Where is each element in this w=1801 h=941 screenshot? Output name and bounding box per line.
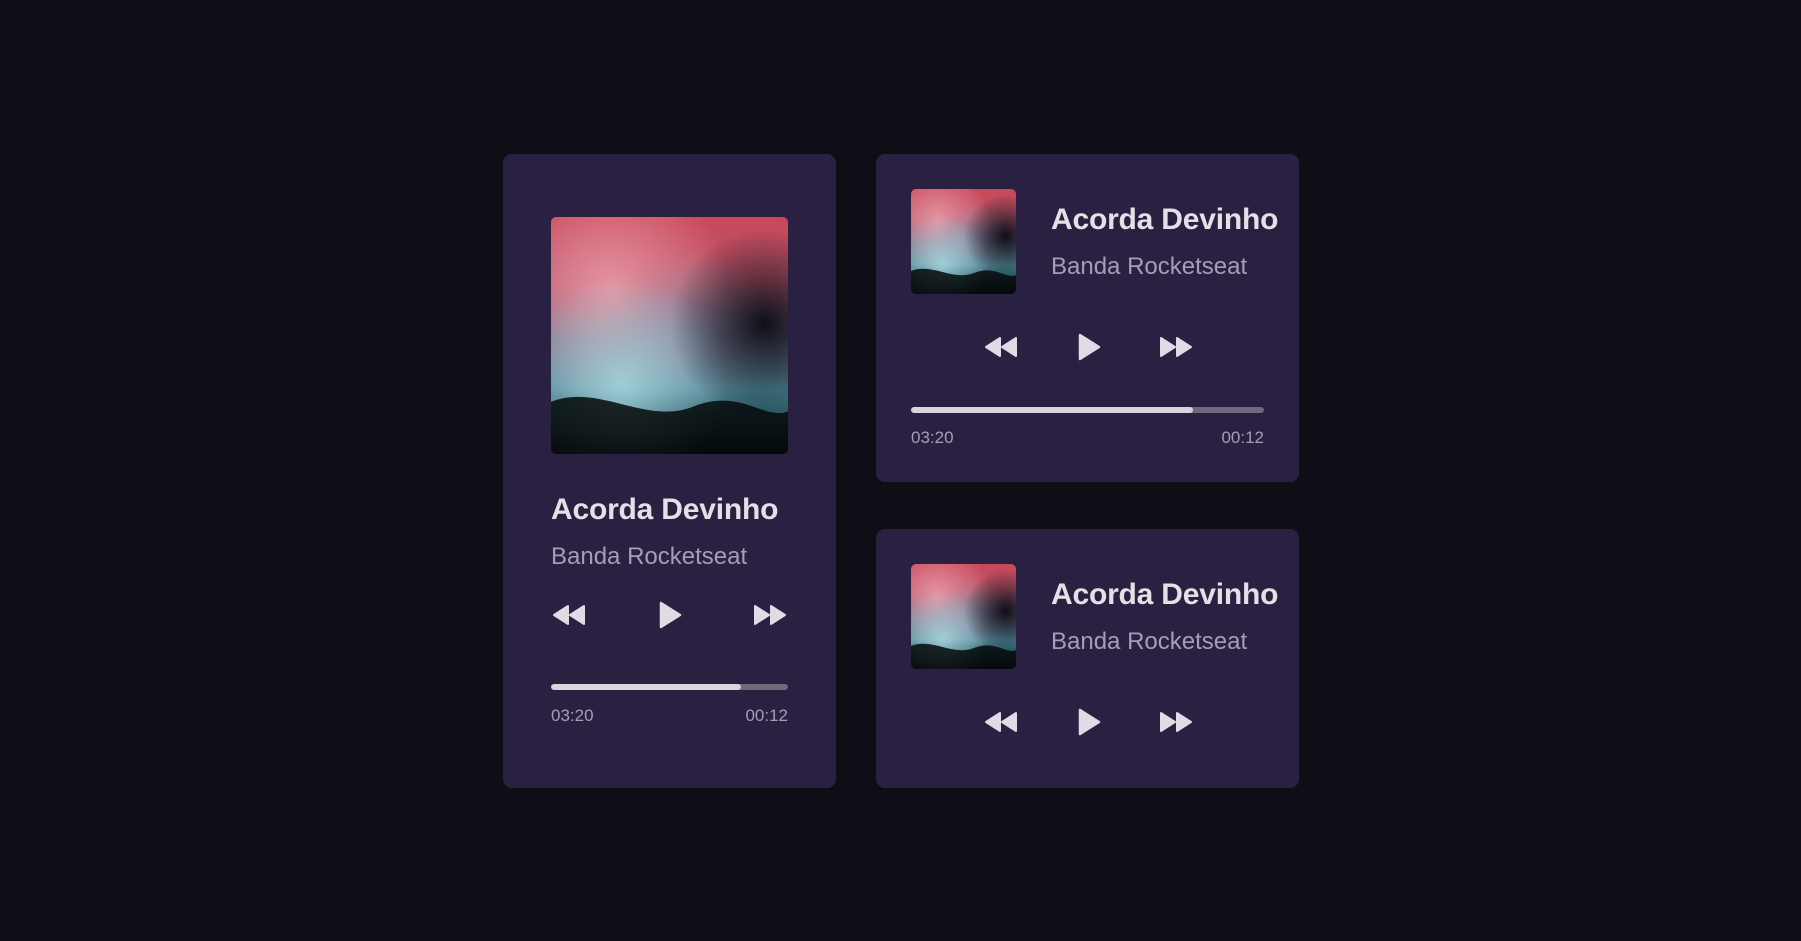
track-title: Acorda Devinho — [1051, 578, 1279, 611]
track-title: Acorda Devinho — [1051, 203, 1279, 236]
fast-forward-button[interactable] — [1158, 710, 1194, 734]
artist-name: Banda Rocketseat — [1051, 628, 1248, 655]
rewind-icon — [985, 712, 1017, 732]
album-cover-image — [551, 217, 788, 454]
fast-forward-icon — [754, 605, 786, 625]
play-icon — [1078, 708, 1100, 736]
music-player-card-large: Acorda Devinho Banda Rocketseat 03:20 00… — [503, 154, 836, 788]
rewind-icon — [985, 337, 1017, 357]
playback-controls — [551, 595, 788, 635]
playback-controls — [983, 327, 1194, 367]
fast-forward-icon — [1160, 337, 1192, 357]
rewind-button[interactable] — [551, 603, 587, 627]
time-total: 00:12 — [1221, 428, 1264, 447]
artist-name: Banda Rocketseat — [1051, 253, 1248, 280]
fast-forward-button[interactable] — [1158, 335, 1194, 359]
time-elapsed: 03:20 — [911, 428, 954, 447]
play-button[interactable] — [657, 601, 683, 629]
rewind-button[interactable] — [983, 335, 1019, 359]
play-button[interactable] — [1076, 333, 1102, 361]
progress-bar-fill — [551, 684, 741, 690]
playback-controls — [983, 702, 1194, 742]
time-elapsed: 03:20 — [551, 706, 594, 725]
rewind-icon — [553, 605, 585, 625]
progress-bar-fill — [911, 407, 1194, 413]
music-player-card-compact-no-progress: Acorda Devinho Banda Rocketseat — [876, 529, 1299, 788]
fast-forward-button[interactable] — [752, 603, 788, 627]
artist-name: Banda Rocketseat — [551, 543, 748, 570]
play-button[interactable] — [1076, 708, 1102, 736]
album-cover-image — [911, 189, 1016, 294]
music-player-card-compact: Acorda Devinho Banda Rocketseat 03:20 00… — [876, 154, 1299, 482]
play-icon — [659, 601, 681, 629]
fast-forward-icon — [1160, 712, 1192, 732]
progress-bar[interactable] — [551, 684, 788, 690]
play-icon — [1078, 333, 1100, 361]
time-total: 00:12 — [745, 706, 788, 725]
album-cover-image — [911, 564, 1016, 669]
track-title: Acorda Devinho — [551, 493, 779, 526]
progress-bar[interactable] — [911, 407, 1264, 413]
rewind-button[interactable] — [983, 710, 1019, 734]
